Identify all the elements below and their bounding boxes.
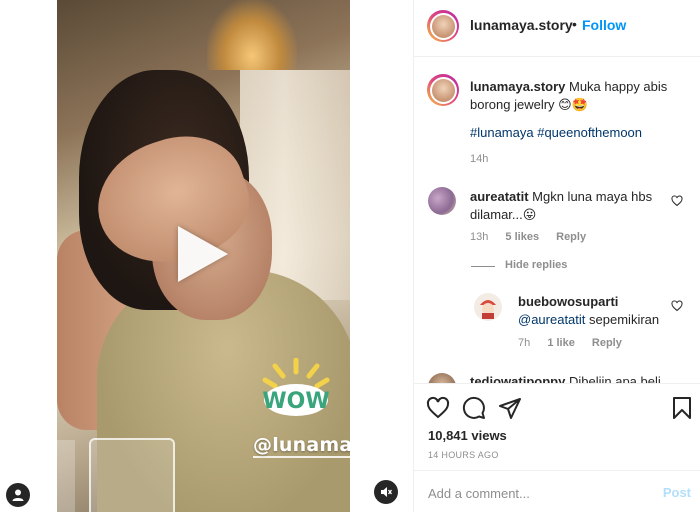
user-icon [12, 489, 24, 501]
post-comment-button[interactable]: Post [663, 485, 691, 500]
caption-emojis: 😊🤩 [558, 97, 588, 112]
caption: lunamaya.story Muka happy abis borong je… [470, 78, 680, 114]
comment-username-partial[interactable]: tedjowatipoppy [470, 374, 565, 383]
reply-avatar[interactable] [474, 293, 502, 321]
comment-meta: 13h 5 likes Reply [470, 231, 600, 243]
heart-icon[interactable] [426, 396, 450, 420]
comments-list[interactable]: lunamaya.story Muka happy abis borong je… [414, 57, 700, 383]
reply-text: buebowosuparti @aureatatit sepemikiran [518, 293, 668, 329]
water-glass-edge [57, 440, 75, 512]
play-icon[interactable] [178, 226, 228, 282]
reply-likes[interactable]: 1 like [547, 337, 575, 349]
wow-sticker-text: WOW [262, 389, 329, 414]
post-header: lunamaya.story • Follow [414, 0, 700, 57]
comment-text-partial: tedjowatipoppy Dibeliin apa beli [470, 373, 680, 383]
reply-body: sepemikiran [589, 312, 660, 327]
comment-time: 13h [470, 231, 489, 243]
water-glass [89, 438, 175, 512]
commenter-avatar[interactable] [428, 187, 456, 215]
hide-replies-line [471, 266, 495, 267]
speaker-muted-icon [381, 487, 393, 497]
comment-input[interactable] [426, 481, 650, 505]
post-side-panel: lunamaya.story • Follow lunamaya.story M… [413, 0, 700, 512]
author-username[interactable]: lunamaya.story [470, 17, 573, 33]
view-count[interactable]: 10,841 views [428, 428, 507, 443]
mute-button[interactable] [374, 480, 398, 504]
hide-replies-button[interactable]: Hide replies [505, 259, 567, 271]
overlay-handle-text: @lunamaya [253, 434, 350, 458]
comment-reply-button[interactable]: Reply [556, 231, 586, 243]
comment-like-heart-icon[interactable] [671, 195, 683, 207]
comment-text: aureatatit Mgkn luna maya hbs dilamar...… [470, 188, 666, 224]
comment-body-partial: Dibeliin apa beli [568, 374, 661, 383]
comment-icon[interactable] [462, 396, 486, 420]
media-area: WOW @lunamaya [0, 0, 413, 512]
reply-like-heart-icon[interactable] [671, 300, 683, 312]
author-avatar[interactable] [427, 10, 459, 42]
reply-reply-button[interactable]: Reply [592, 337, 622, 349]
follow-button[interactable]: Follow [582, 17, 626, 33]
comment-emoji: 😛 [522, 207, 537, 222]
background-lamp [207, 0, 297, 70]
reply-mention[interactable]: @aureatatit [518, 312, 585, 327]
post-time: 14 HOURS AGO [428, 450, 499, 460]
bookmark-icon[interactable] [670, 396, 694, 420]
share-icon[interactable] [498, 396, 522, 420]
wow-sticker: WOW [262, 358, 330, 416]
caption-author-avatar[interactable] [427, 74, 459, 106]
comment-likes[interactable]: 5 likes [505, 231, 539, 243]
tagged-user-button[interactable] [6, 483, 30, 507]
caption-username[interactable]: lunamaya.story [470, 79, 565, 94]
reply-time: 7h [518, 337, 531, 349]
post-actions: 10,841 views 14 HOURS AGO [414, 383, 700, 470]
reply-meta: 7h 1 like Reply [518, 337, 636, 349]
separator-dot: • [572, 16, 577, 32]
cartoon-avatar-icon [480, 300, 496, 319]
caption-time: 14h [470, 153, 489, 165]
add-comment-bar: Post [414, 470, 700, 513]
commenter-avatar-partial[interactable] [428, 373, 456, 383]
reply-username[interactable]: buebowosuparti [518, 294, 618, 309]
comment-username[interactable]: aureatatit [470, 189, 529, 204]
caption-hashtags[interactable]: #lunamaya #queenofthemoon [470, 125, 642, 140]
